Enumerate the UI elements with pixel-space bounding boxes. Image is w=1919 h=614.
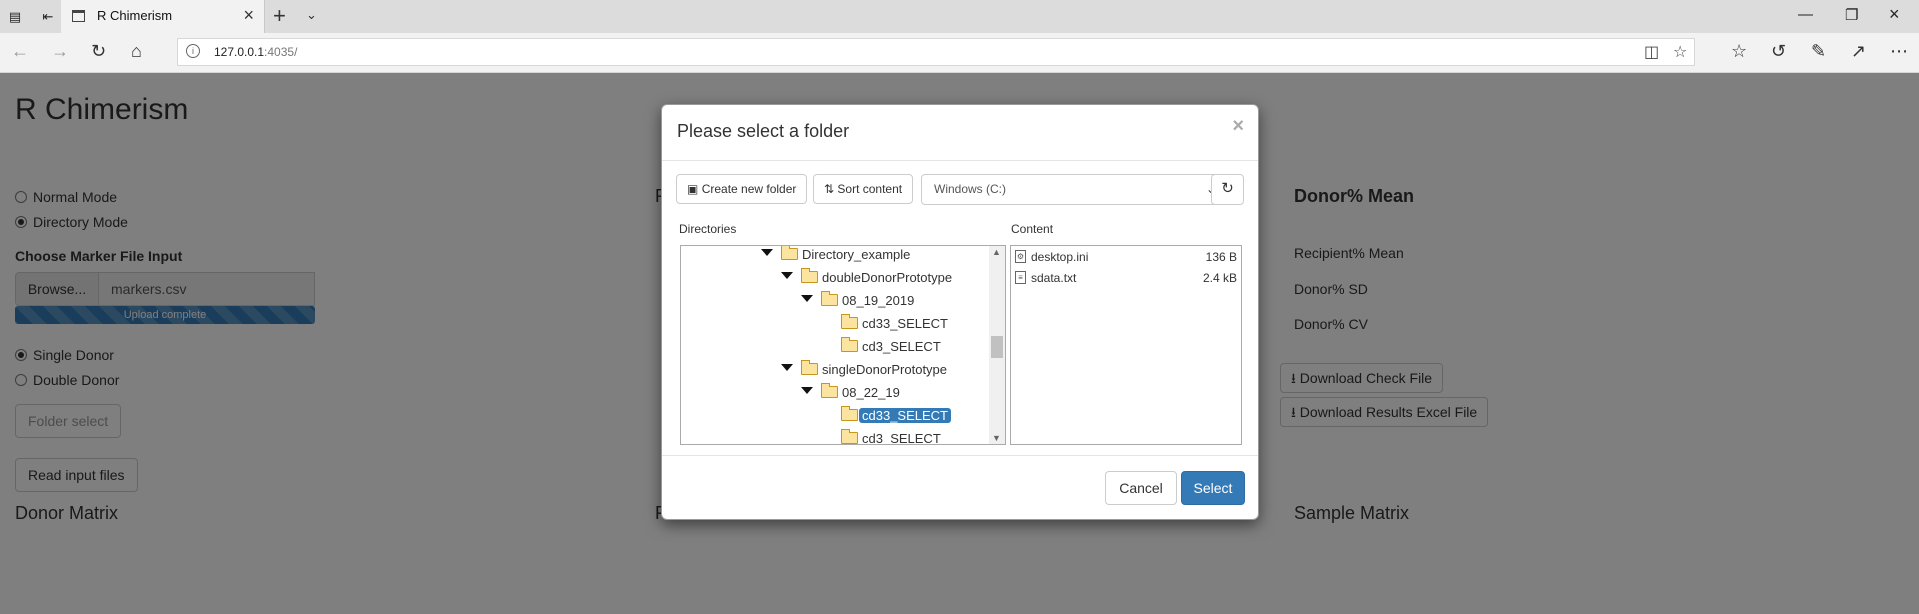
restore-icon[interactable]: ❐	[1845, 6, 1858, 24]
chevron-down-icon[interactable]: ⌄	[306, 7, 317, 23]
tree-node[interactable]: singleDonorPrototype	[681, 360, 981, 380]
minimize-icon[interactable]: —	[1798, 6, 1813, 23]
tree-node[interactable]: cd33_SELECT	[681, 406, 981, 426]
home-icon[interactable]: ⌂	[131, 41, 142, 62]
tree-node-label: cd3_SELECT	[862, 431, 941, 445]
sort-icon: ⇅	[824, 182, 835, 196]
folder-icon	[781, 246, 798, 260]
directories-header: Directories	[679, 222, 737, 236]
tab-title: R Chimerism	[97, 8, 173, 23]
tree-node-label: 08_22_19	[842, 385, 900, 400]
modal-footer-divider	[662, 455, 1258, 456]
create-folder-button[interactable]: ▣ Create new folder	[676, 174, 808, 204]
tab-close-icon[interactable]: ×	[243, 5, 254, 26]
caret-down-icon[interactable]	[781, 364, 793, 371]
scroll-down-icon[interactable]: ▼	[992, 433, 1001, 443]
folder-icon	[801, 268, 818, 283]
text-file-icon: ≡	[1015, 271, 1026, 284]
file-row[interactable]: ≡ sdata.txt 2.4 kB	[1015, 270, 1237, 288]
history-icon[interactable]: ↺	[1771, 41, 1786, 62]
info-icon[interactable]: i	[186, 44, 200, 58]
folder-icon	[841, 337, 858, 352]
sort-content-button[interactable]: ⇅ Sort content	[813, 174, 914, 204]
tree-node-label: cd3_SELECT	[862, 339, 941, 354]
browser-titlebar: ▤ ⇤ R Chimerism × + ⌄ — ❐ ×	[0, 0, 1919, 33]
back-icon[interactable]: ←	[11, 41, 29, 62]
scroll-up-icon[interactable]: ▲	[992, 247, 1001, 257]
tree-node[interactable]: Directory_example	[681, 246, 981, 265]
tree-node-label: singleDonorPrototype	[822, 362, 948, 377]
new-tab-icon[interactable]: +	[273, 3, 286, 29]
modal-header: Please select a folder ×	[662, 105, 1258, 161]
caret-down-icon[interactable]	[801, 387, 813, 394]
file-name: desktop.ini	[1031, 250, 1089, 264]
drive-select[interactable]: Windows (C:) ⌄	[921, 174, 1227, 205]
folder-icon	[841, 429, 858, 444]
set-aside-tabs-icon[interactable]: ⇤	[38, 7, 58, 27]
scroll-thumb[interactable]	[991, 336, 1003, 358]
cancel-button[interactable]: Cancel	[1105, 471, 1177, 505]
directory-tree[interactable]: cd3_SELECT cd33_SELECT 08_22_19 singleDonor…	[680, 245, 1006, 445]
share-icon[interactable]: ↗	[1851, 41, 1866, 62]
favorite-star-icon[interactable]: ☆	[1673, 42, 1687, 62]
tree-node-label: 08_19_2019	[842, 293, 915, 308]
tab-actions-icon[interactable]: ▤	[5, 7, 25, 27]
tree-node[interactable]: cd33_SELECT	[681, 314, 981, 334]
tree-node-label: cd33_SELECT	[862, 316, 948, 331]
content-header: Content	[1011, 222, 1054, 236]
caret-down-icon[interactable]	[761, 249, 773, 256]
favorites-icon[interactable]: ☆	[1731, 41, 1747, 62]
folder-icon	[821, 383, 838, 398]
select-button[interactable]: Select	[1181, 471, 1245, 505]
close-icon[interactable]: ×	[1232, 115, 1244, 138]
settings-file-icon: ⚙	[1015, 250, 1026, 263]
address-bar: ← → ↻ ⌂ i 127.0.0.1:4035/ ◫ ☆ ☆ ↺ ✎ ↗ ⋯	[0, 33, 1919, 73]
folder-icon	[801, 360, 818, 375]
tree-scrollbar[interactable]: ▲ ▼	[989, 246, 1005, 444]
folder-icon: ▣	[687, 182, 699, 196]
tree-node[interactable]: cd3_SELECT	[681, 429, 981, 445]
reload-icon[interactable]: ↻	[91, 41, 106, 62]
forward-icon[interactable]: →	[51, 41, 69, 62]
browser-tab[interactable]: R Chimerism ×	[61, 0, 265, 33]
url-text: 127.0.0.1:4035/	[214, 45, 298, 59]
caret-down-icon[interactable]	[781, 272, 793, 279]
tree-node-label: doubleDonorPrototype	[822, 270, 953, 285]
modal-title: Please select a folder	[677, 121, 850, 141]
tree-node[interactable]: 08_22_19	[681, 383, 981, 403]
tree-node-label: Directory_example	[802, 247, 911, 262]
folder-icon	[841, 406, 858, 421]
content-list[interactable]: ⚙ desktop.ini 136 B ≡ sdata.txt 2.4 kB	[1010, 245, 1242, 445]
tree-node-label: cd33_SELECT	[859, 408, 951, 423]
page-icon	[72, 10, 85, 22]
tree-node[interactable]: doubleDonorPrototype	[681, 268, 981, 288]
reading-view-icon[interactable]: ◫	[1644, 42, 1659, 62]
file-size: 2.4 kB	[1202, 271, 1237, 285]
more-icon[interactable]: ⋯	[1890, 41, 1908, 62]
folder-icon	[841, 314, 858, 329]
pen-icon[interactable]: ✎	[1811, 41, 1826, 62]
folder-icon	[821, 291, 838, 306]
folder-select-modal: Please select a folder × ▣ Create new fo…	[661, 104, 1259, 520]
tree-node[interactable]: 08_19_2019	[681, 291, 981, 311]
file-size: 136 B	[1205, 250, 1237, 264]
window-close-icon[interactable]: ×	[1889, 4, 1900, 25]
caret-down-icon[interactable]	[801, 295, 813, 302]
refresh-icon[interactable]: ↻	[1211, 174, 1244, 205]
tree-node[interactable]: cd3_SELECT	[681, 337, 981, 357]
file-name: sdata.txt	[1031, 271, 1077, 285]
url-input[interactable]: i 127.0.0.1:4035/ ◫ ☆	[177, 38, 1695, 66]
file-row[interactable]: ⚙ desktop.ini 136 B	[1015, 249, 1237, 267]
